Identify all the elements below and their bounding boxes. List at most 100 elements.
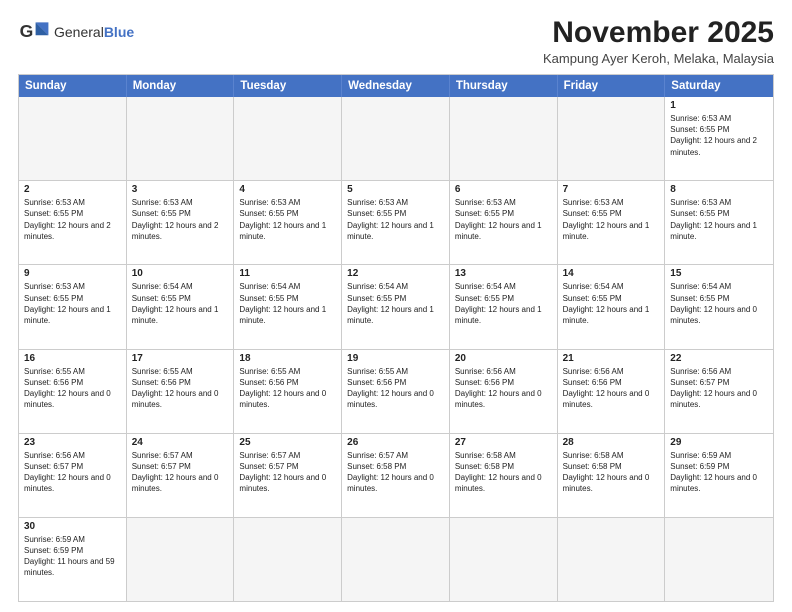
day-number: 27: [455, 437, 552, 448]
day-header-friday: Friday: [558, 75, 666, 97]
day-info: Sunrise: 6:54 AM Sunset: 6:55 PM Dayligh…: [347, 281, 444, 326]
logo-general: General: [54, 24, 104, 40]
day-number: 29: [670, 437, 768, 448]
day-cell-29: 29Sunrise: 6:59 AM Sunset: 6:59 PM Dayli…: [665, 434, 773, 517]
day-info: Sunrise: 6:55 AM Sunset: 6:56 PM Dayligh…: [132, 366, 229, 411]
calendar-row-3: 9 Sunrise: 6:53 AM Sunset: 6:55 PM Daylig…: [19, 265, 773, 349]
day-header-tuesday: Tuesday: [234, 75, 342, 97]
day-cell-27: 27 Sunrise: 6:58 AM Sunset: 6:58 PM Dayli…: [450, 434, 558, 517]
calendar-row-5: 23 Sunrise: 6:56 AM Sunset: 6:57 PM Dayli…: [19, 434, 773, 518]
day-number: 24: [132, 437, 229, 448]
day-cell-23: 23 Sunrise: 6:56 AM Sunset: 6:57 PM Dayli…: [19, 434, 127, 517]
day-cell-26: 26 Sunrise: 6:57 AM Sunset: 6:58 PM Dayli…: [342, 434, 450, 517]
day-cell-7: 7 Sunrise: 6:53 AM Sunset: 6:55 PM Daylig…: [558, 181, 666, 264]
calendar-row-6: 30Sunrise: 6:59 AM Sunset: 6:59 PM Dayli…: [19, 518, 773, 601]
day-number: 12: [347, 268, 444, 279]
day-header-monday: Monday: [127, 75, 235, 97]
day-info: Sunrise: 6:53 AM Sunset: 6:55 PM Dayligh…: [24, 281, 121, 326]
day-cell-21: 21 Sunrise: 6:56 AM Sunset: 6:56 PM Dayli…: [558, 350, 666, 433]
day-number: 23: [24, 437, 121, 448]
day-cell-19: 19 Sunrise: 6:55 AM Sunset: 6:56 PM Dayli…: [342, 350, 450, 433]
empty-cell: [450, 97, 558, 180]
generalblue-logo-icon: G: [18, 16, 50, 48]
day-info: Sunrise: 6:58 AM Sunset: 6:58 PM Dayligh…: [455, 450, 552, 495]
empty-cell: [558, 97, 666, 180]
calendar: SundayMondayTuesdayWednesdayThursdayFrid…: [18, 74, 774, 602]
day-cell-30: 30Sunrise: 6:59 AM Sunset: 6:59 PM Dayli…: [19, 518, 127, 601]
empty-cell: [127, 518, 235, 601]
calendar-row-4: 16 Sunrise: 6:55 AM Sunset: 6:56 PM Dayli…: [19, 350, 773, 434]
day-number: 21: [563, 353, 660, 364]
empty-cell: [665, 518, 773, 601]
day-number: 26: [347, 437, 444, 448]
empty-cell: [127, 97, 235, 180]
day-header-wednesday: Wednesday: [342, 75, 450, 97]
day-number: 25: [239, 437, 336, 448]
day-cell-12: 12 Sunrise: 6:54 AM Sunset: 6:55 PM Dayli…: [342, 265, 450, 348]
empty-cell: [19, 97, 127, 180]
day-number: 22: [670, 353, 768, 364]
empty-cell: [234, 518, 342, 601]
day-cell-2: 2Sunrise: 6:53 AM Sunset: 6:55 PM Daylig…: [19, 181, 127, 264]
day-number: 16: [24, 353, 121, 364]
day-number: 18: [239, 353, 336, 364]
location: Kampung Ayer Keroh, Melaka, Malaysia: [543, 51, 774, 66]
day-info: Sunrise: 6:54 AM Sunset: 6:55 PM Dayligh…: [132, 281, 229, 326]
day-info: Sunrise: 6:53 AM Sunset: 6:55 PM Dayligh…: [347, 197, 444, 242]
day-cell-13: 13Sunrise: 6:54 AM Sunset: 6:55 PM Dayli…: [450, 265, 558, 348]
day-cell-24: 24 Sunrise: 6:57 AM Sunset: 6:57 PM Dayli…: [127, 434, 235, 517]
day-cell-9: 9 Sunrise: 6:53 AM Sunset: 6:55 PM Daylig…: [19, 265, 127, 348]
empty-cell: [558, 518, 666, 601]
day-info: Sunrise: 6:56 AM Sunset: 6:56 PM Dayligh…: [455, 366, 552, 411]
day-cell-14: 14Sunrise: 6:54 AM Sunset: 6:55 PM Dayli…: [558, 265, 666, 348]
day-cell-16: 16Sunrise: 6:55 AM Sunset: 6:56 PM Dayli…: [19, 350, 127, 433]
day-number: 13: [455, 268, 552, 279]
logo-text: GeneralBlue: [54, 24, 134, 41]
empty-cell: [450, 518, 558, 601]
day-info: Sunrise: 6:54 AM Sunset: 6:55 PM Dayligh…: [670, 281, 768, 326]
day-number: 20: [455, 353, 552, 364]
day-number: 6: [455, 184, 552, 195]
calendar-row-1: 1Sunrise: 6:53 AM Sunset: 6:55 PM Daylig…: [19, 97, 773, 181]
day-number: 15: [670, 268, 768, 279]
day-info: Sunrise: 6:53 AM Sunset: 6:55 PM Dayligh…: [132, 197, 229, 242]
svg-text:G: G: [20, 21, 34, 41]
day-number: 3: [132, 184, 229, 195]
day-number: 19: [347, 353, 444, 364]
day-cell-6: 6 Sunrise: 6:53 AM Sunset: 6:55 PM Daylig…: [450, 181, 558, 264]
day-info: Sunrise: 6:57 AM Sunset: 6:57 PM Dayligh…: [239, 450, 336, 495]
day-cell-1: 1Sunrise: 6:53 AM Sunset: 6:55 PM Daylig…: [665, 97, 773, 180]
day-number: 2: [24, 184, 121, 195]
day-cell-5: 5 Sunrise: 6:53 AM Sunset: 6:55 PM Daylig…: [342, 181, 450, 264]
day-info: Sunrise: 6:55 AM Sunset: 6:56 PM Dayligh…: [239, 366, 336, 411]
day-number: 17: [132, 353, 229, 364]
day-info: Sunrise: 6:58 AM Sunset: 6:58 PM Dayligh…: [563, 450, 660, 495]
day-cell-28: 28Sunrise: 6:58 AM Sunset: 6:58 PM Dayli…: [558, 434, 666, 517]
day-cell-18: 18 Sunrise: 6:55 AM Sunset: 6:56 PM Dayli…: [234, 350, 342, 433]
day-info: Sunrise: 6:57 AM Sunset: 6:57 PM Dayligh…: [132, 450, 229, 495]
day-number: 4: [239, 184, 336, 195]
day-number: 9: [24, 268, 121, 279]
month-title: November 2025: [543, 16, 774, 49]
day-number: 11: [239, 268, 336, 279]
day-info: Sunrise: 6:56 AM Sunset: 6:57 PM Dayligh…: [24, 450, 121, 495]
day-info: Sunrise: 6:57 AM Sunset: 6:58 PM Dayligh…: [347, 450, 444, 495]
calendar-header: SundayMondayTuesdayWednesdayThursdayFrid…: [19, 75, 773, 97]
title-area: November 2025 Kampung Ayer Keroh, Melaka…: [543, 16, 774, 66]
day-info: Sunrise: 6:53 AM Sunset: 6:55 PM Dayligh…: [239, 197, 336, 242]
day-info: Sunrise: 6:53 AM Sunset: 6:55 PM Dayligh…: [455, 197, 552, 242]
day-info: Sunrise: 6:55 AM Sunset: 6:56 PM Dayligh…: [347, 366, 444, 411]
day-info: Sunrise: 6:56 AM Sunset: 6:57 PM Dayligh…: [670, 366, 768, 411]
day-number: 7: [563, 184, 660, 195]
day-number: 1: [670, 100, 768, 111]
header: G GeneralBlue November 2025 Kampung Ayer…: [18, 16, 774, 66]
day-cell-22: 22 Sunrise: 6:56 AM Sunset: 6:57 PM Dayli…: [665, 350, 773, 433]
day-info: Sunrise: 6:54 AM Sunset: 6:55 PM Dayligh…: [563, 281, 660, 326]
day-cell-17: 17 Sunrise: 6:55 AM Sunset: 6:56 PM Dayli…: [127, 350, 235, 433]
day-info: Sunrise: 6:53 AM Sunset: 6:55 PM Dayligh…: [563, 197, 660, 242]
day-cell-10: 10Sunrise: 6:54 AM Sunset: 6:55 PM Dayli…: [127, 265, 235, 348]
day-info: Sunrise: 6:54 AM Sunset: 6:55 PM Dayligh…: [239, 281, 336, 326]
day-cell-25: 25 Sunrise: 6:57 AM Sunset: 6:57 PM Dayli…: [234, 434, 342, 517]
day-number: 5: [347, 184, 444, 195]
day-info: Sunrise: 6:56 AM Sunset: 6:56 PM Dayligh…: [563, 366, 660, 411]
